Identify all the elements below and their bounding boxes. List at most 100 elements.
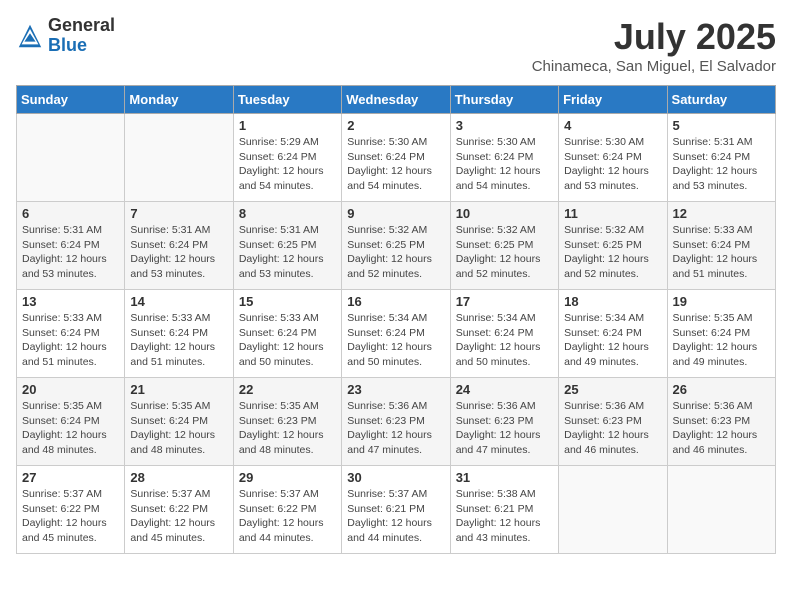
day-number: 11	[564, 206, 661, 221]
header-tuesday: Tuesday	[233, 86, 341, 114]
day-info: Sunrise: 5:33 AM Sunset: 6:24 PM Dayligh…	[130, 311, 227, 370]
day-info: Sunrise: 5:32 AM Sunset: 6:25 PM Dayligh…	[347, 223, 444, 282]
day-number: 29	[239, 470, 336, 485]
day-cell: 10Sunrise: 5:32 AM Sunset: 6:25 PM Dayli…	[450, 202, 558, 290]
logo-general-text: General	[48, 16, 115, 36]
day-info: Sunrise: 5:31 AM Sunset: 6:24 PM Dayligh…	[673, 135, 770, 194]
day-info: Sunrise: 5:36 AM Sunset: 6:23 PM Dayligh…	[673, 399, 770, 458]
day-cell: 28 Sunrise: 5:37 AM Sunset: 6:22 PM Dayli…	[125, 466, 233, 554]
header-sunday: Sunday	[17, 86, 125, 114]
day-info: Sunrise: 5:34 AM Sunset: 6:24 PM Dayligh…	[456, 311, 553, 370]
day-number: 7	[130, 206, 227, 221]
day-number: 18	[564, 294, 661, 309]
day-info: Sunrise: 5:35 AM Sunset: 6:24 PM Dayligh…	[130, 399, 227, 458]
calendar-header-row: SundayMondayTuesdayWednesdayThursdayFrid…	[17, 86, 776, 114]
header-saturday: Saturday	[667, 86, 775, 114]
day-number: 16	[347, 294, 444, 309]
day-cell	[125, 114, 233, 202]
day-cell: 4 Sunrise: 5:30 AM Sunset: 6:24 PM Daylig…	[559, 114, 667, 202]
day-number: 31	[456, 470, 553, 485]
logo: General Blue	[16, 16, 115, 56]
day-info: Sunrise: 5:30 AM Sunset: 6:24 PM Dayligh…	[347, 135, 444, 194]
header-thursday: Thursday	[450, 86, 558, 114]
day-cell: 23 Sunrise: 5:36 AM Sunset: 6:23 PM Dayli…	[342, 378, 450, 466]
week-row-1: 1 Sunrise: 5:29 AM Sunset: 6:24 PM Daylig…	[17, 114, 776, 202]
day-number: 14	[130, 294, 227, 309]
day-info: Sunrise: 5:32 AM Sunset: 6:25 PM Dayligh…	[456, 223, 553, 282]
day-cell: 3 Sunrise: 5:30 AM Sunset: 6:24 PM Daylig…	[450, 114, 558, 202]
week-row-2: 6 Sunrise: 5:31 AM Sunset: 6:24 PM Daylig…	[17, 202, 776, 290]
page-header: General Blue July 2025 Chinameca, San Mi…	[16, 16, 776, 75]
day-cell: 31Sunrise: 5:38 AM Sunset: 6:21 PM Dayli…	[450, 466, 558, 554]
title-area: July 2025 Chinameca, San Miguel, El Salv…	[532, 16, 776, 75]
day-info: Sunrise: 5:37 AM Sunset: 6:21 PM Dayligh…	[347, 487, 444, 546]
day-cell: 15Sunrise: 5:33 AM Sunset: 6:24 PM Dayli…	[233, 290, 341, 378]
day-cell: 20Sunrise: 5:35 AM Sunset: 6:24 PM Dayli…	[17, 378, 125, 466]
day-number: 25	[564, 382, 661, 397]
day-info: Sunrise: 5:36 AM Sunset: 6:23 PM Dayligh…	[347, 399, 444, 458]
day-info: Sunrise: 5:34 AM Sunset: 6:24 PM Dayligh…	[564, 311, 661, 370]
day-info: Sunrise: 5:31 AM Sunset: 6:24 PM Dayligh…	[130, 223, 227, 282]
day-cell: 6 Sunrise: 5:31 AM Sunset: 6:24 PM Daylig…	[17, 202, 125, 290]
day-number: 30	[347, 470, 444, 485]
day-cell: 24 Sunrise: 5:36 AM Sunset: 6:23 PM Dayli…	[450, 378, 558, 466]
day-info: Sunrise: 5:33 AM Sunset: 6:24 PM Dayligh…	[673, 223, 770, 282]
day-cell: 22 Sunrise: 5:35 AM Sunset: 6:23 PM Dayli…	[233, 378, 341, 466]
header-friday: Friday	[559, 86, 667, 114]
day-cell: 29 Sunrise: 5:37 AM Sunset: 6:22 PM Dayli…	[233, 466, 341, 554]
location-subtitle: Chinameca, San Miguel, El Salvador	[532, 58, 776, 75]
header-wednesday: Wednesday	[342, 86, 450, 114]
day-cell	[17, 114, 125, 202]
day-info: Sunrise: 5:36 AM Sunset: 6:23 PM Dayligh…	[456, 399, 553, 458]
day-number: 28	[130, 470, 227, 485]
day-number: 2	[347, 118, 444, 133]
day-info: Sunrise: 5:33 AM Sunset: 6:24 PM Dayligh…	[239, 311, 336, 370]
day-number: 24	[456, 382, 553, 397]
day-number: 17	[456, 294, 553, 309]
day-number: 23	[347, 382, 444, 397]
day-cell: 30 Sunrise: 5:37 AM Sunset: 6:21 PM Dayli…	[342, 466, 450, 554]
day-info: Sunrise: 5:35 AM Sunset: 6:23 PM Dayligh…	[239, 399, 336, 458]
day-cell: 5 Sunrise: 5:31 AM Sunset: 6:24 PM Daylig…	[667, 114, 775, 202]
day-cell: 11Sunrise: 5:32 AM Sunset: 6:25 PM Dayli…	[559, 202, 667, 290]
day-number: 1	[239, 118, 336, 133]
day-cell: 7 Sunrise: 5:31 AM Sunset: 6:24 PM Daylig…	[125, 202, 233, 290]
day-info: Sunrise: 5:37 AM Sunset: 6:22 PM Dayligh…	[130, 487, 227, 546]
week-row-3: 13 Sunrise: 5:33 AM Sunset: 6:24 PM Dayli…	[17, 290, 776, 378]
day-info: Sunrise: 5:36 AM Sunset: 6:23 PM Dayligh…	[564, 399, 661, 458]
day-number: 20	[22, 382, 119, 397]
day-cell: 1 Sunrise: 5:29 AM Sunset: 6:24 PM Daylig…	[233, 114, 341, 202]
day-cell: 17 Sunrise: 5:34 AM Sunset: 6:24 PM Dayli…	[450, 290, 558, 378]
day-cell: 13 Sunrise: 5:33 AM Sunset: 6:24 PM Dayli…	[17, 290, 125, 378]
day-cell: 9 Sunrise: 5:32 AM Sunset: 6:25 PM Daylig…	[342, 202, 450, 290]
day-info: Sunrise: 5:30 AM Sunset: 6:24 PM Dayligh…	[564, 135, 661, 194]
day-number: 9	[347, 206, 444, 221]
day-cell	[667, 466, 775, 554]
day-number: 22	[239, 382, 336, 397]
day-number: 13	[22, 294, 119, 309]
day-cell: 8Sunrise: 5:31 AM Sunset: 6:25 PM Daylig…	[233, 202, 341, 290]
day-cell: 26Sunrise: 5:36 AM Sunset: 6:23 PM Dayli…	[667, 378, 775, 466]
header-monday: Monday	[125, 86, 233, 114]
logo-icon	[16, 22, 44, 50]
day-cell: 19 Sunrise: 5:35 AM Sunset: 6:24 PM Dayli…	[667, 290, 775, 378]
day-info: Sunrise: 5:33 AM Sunset: 6:24 PM Dayligh…	[22, 311, 119, 370]
day-cell: 27Sunrise: 5:37 AM Sunset: 6:22 PM Dayli…	[17, 466, 125, 554]
day-info: Sunrise: 5:31 AM Sunset: 6:24 PM Dayligh…	[22, 223, 119, 282]
day-number: 21	[130, 382, 227, 397]
day-info: Sunrise: 5:29 AM Sunset: 6:24 PM Dayligh…	[239, 135, 336, 194]
day-number: 19	[673, 294, 770, 309]
day-cell: 25 Sunrise: 5:36 AM Sunset: 6:23 PM Dayli…	[559, 378, 667, 466]
day-info: Sunrise: 5:37 AM Sunset: 6:22 PM Dayligh…	[239, 487, 336, 546]
day-number: 5	[673, 118, 770, 133]
day-number: 4	[564, 118, 661, 133]
day-info: Sunrise: 5:35 AM Sunset: 6:24 PM Dayligh…	[673, 311, 770, 370]
day-cell: 21 Sunrise: 5:35 AM Sunset: 6:24 PM Dayli…	[125, 378, 233, 466]
day-number: 6	[22, 206, 119, 221]
day-number: 3	[456, 118, 553, 133]
calendar-table: SundayMondayTuesdayWednesdayThursdayFrid…	[16, 85, 776, 554]
day-cell: 2 Sunrise: 5:30 AM Sunset: 6:24 PM Daylig…	[342, 114, 450, 202]
day-info: Sunrise: 5:30 AM Sunset: 6:24 PM Dayligh…	[456, 135, 553, 194]
day-cell	[559, 466, 667, 554]
day-cell: 14 Sunrise: 5:33 AM Sunset: 6:24 PM Dayli…	[125, 290, 233, 378]
